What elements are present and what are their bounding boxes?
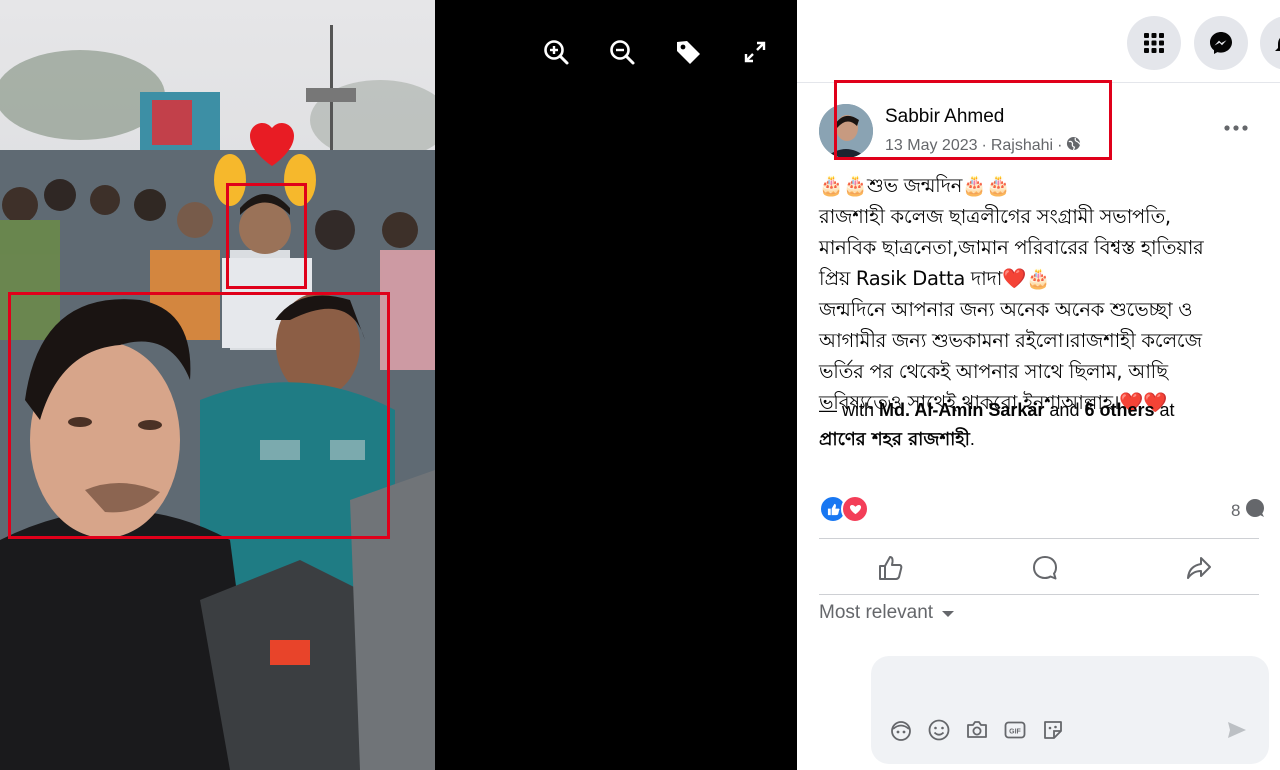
post-text-line: প্রিয় Rasik Datta দাদা❤️🎂 (819, 267, 1051, 290)
with-and: and (1049, 400, 1080, 420)
post-text-line: রাজশাহী কলেজ ছাত্রলীগের সংগ্রামী সভাপতি, (819, 205, 1171, 228)
camera-icon[interactable] (963, 716, 991, 744)
place-suffix: . (969, 429, 975, 449)
comment-input[interactable] (885, 670, 1249, 690)
with-prefix: — with (819, 400, 875, 420)
comment-count[interactable]: 8 (1231, 498, 1265, 523)
annotation-box-back-face (226, 183, 307, 289)
menu-grid-icon[interactable] (1127, 16, 1181, 70)
tag-icon[interactable] (672, 36, 704, 68)
post-photo (0, 0, 435, 770)
chevron-down-icon (941, 602, 955, 624)
like-button[interactable] (871, 548, 911, 588)
fullscreen-icon[interactable] (739, 36, 771, 68)
emoji-icon[interactable] (925, 716, 953, 744)
post-text-line: 🎂🎂শুভ জন্মদিন🎂🎂 (819, 174, 1011, 197)
messenger-icon[interactable] (1194, 16, 1248, 70)
svg-text:GIF: GIF (1009, 729, 1021, 736)
sticker-icon[interactable] (1039, 716, 1067, 744)
zoom-out-icon[interactable] (606, 36, 638, 68)
notifications-icon[interactable] (1260, 16, 1280, 70)
post-text-line: ভর্তির পর থেকেই আপনার সাথে ছিলাম, আছি (819, 360, 1168, 383)
comment-sort-dropdown[interactable]: Most relevant (819, 602, 955, 624)
avatar-sticker-icon[interactable] (887, 716, 915, 744)
share-button[interactable] (1179, 548, 1219, 588)
post-side-panel: Sabbir Ahmed 13 May 2023 · Rajshahi · 🎂🎂… (797, 0, 1280, 770)
tagged-others-link[interactable]: 6 others (1084, 400, 1154, 420)
sort-label: Most relevant (819, 602, 934, 623)
post-text-line: জন্মদিনে আপনার জন্য অনেক অনেক শুভেচ্ছা ও (819, 298, 1193, 321)
comment-icon (1033, 556, 1057, 580)
annotation-box-author (834, 80, 1112, 160)
gif-icon[interactable]: GIF (1001, 716, 1029, 744)
send-icon[interactable] (1223, 716, 1251, 744)
comment-button[interactable] (1025, 548, 1065, 588)
zoom-in-icon[interactable] (540, 36, 572, 68)
annotation-box-front-faces (8, 292, 390, 539)
with-at: at (1159, 400, 1175, 420)
post-text-line: আগামীর জন্য শুভকামনা রইলো।রাজশাহী কলেজে (819, 329, 1202, 352)
tagged-person-link[interactable]: Md. Al-Amin Sarkar (879, 400, 1044, 420)
tagged-people-line: — with Md. Al-Amin Sarkar and 6 others a… (819, 396, 1269, 454)
place-link[interactable]: প্রাণের শহর রাজশাহী (819, 429, 970, 450)
reactions-divider (819, 538, 1259, 539)
post-text-line: মানবিক ছাত্রনেতা,জামান পরিবারের বিশ্বস্ত… (819, 236, 1204, 259)
reaction-summary[interactable] (819, 495, 869, 523)
comment-bubble-icon (1245, 498, 1265, 523)
comment-count-value: 8 (1231, 500, 1241, 520)
photo-viewer-background (435, 0, 797, 770)
post-text: 🎂🎂শুভ জন্মদিন🎂🎂 রাজশাহী কলেজ ছাত্রলীগের … (819, 170, 1269, 418)
share-icon (1187, 557, 1211, 579)
more-options-button[interactable] (1221, 118, 1251, 138)
love-reaction-icon (841, 495, 869, 523)
comment-composer[interactable]: GIF (871, 656, 1269, 764)
actions-divider (819, 594, 1259, 595)
thumbs-up-icon (879, 556, 903, 580)
